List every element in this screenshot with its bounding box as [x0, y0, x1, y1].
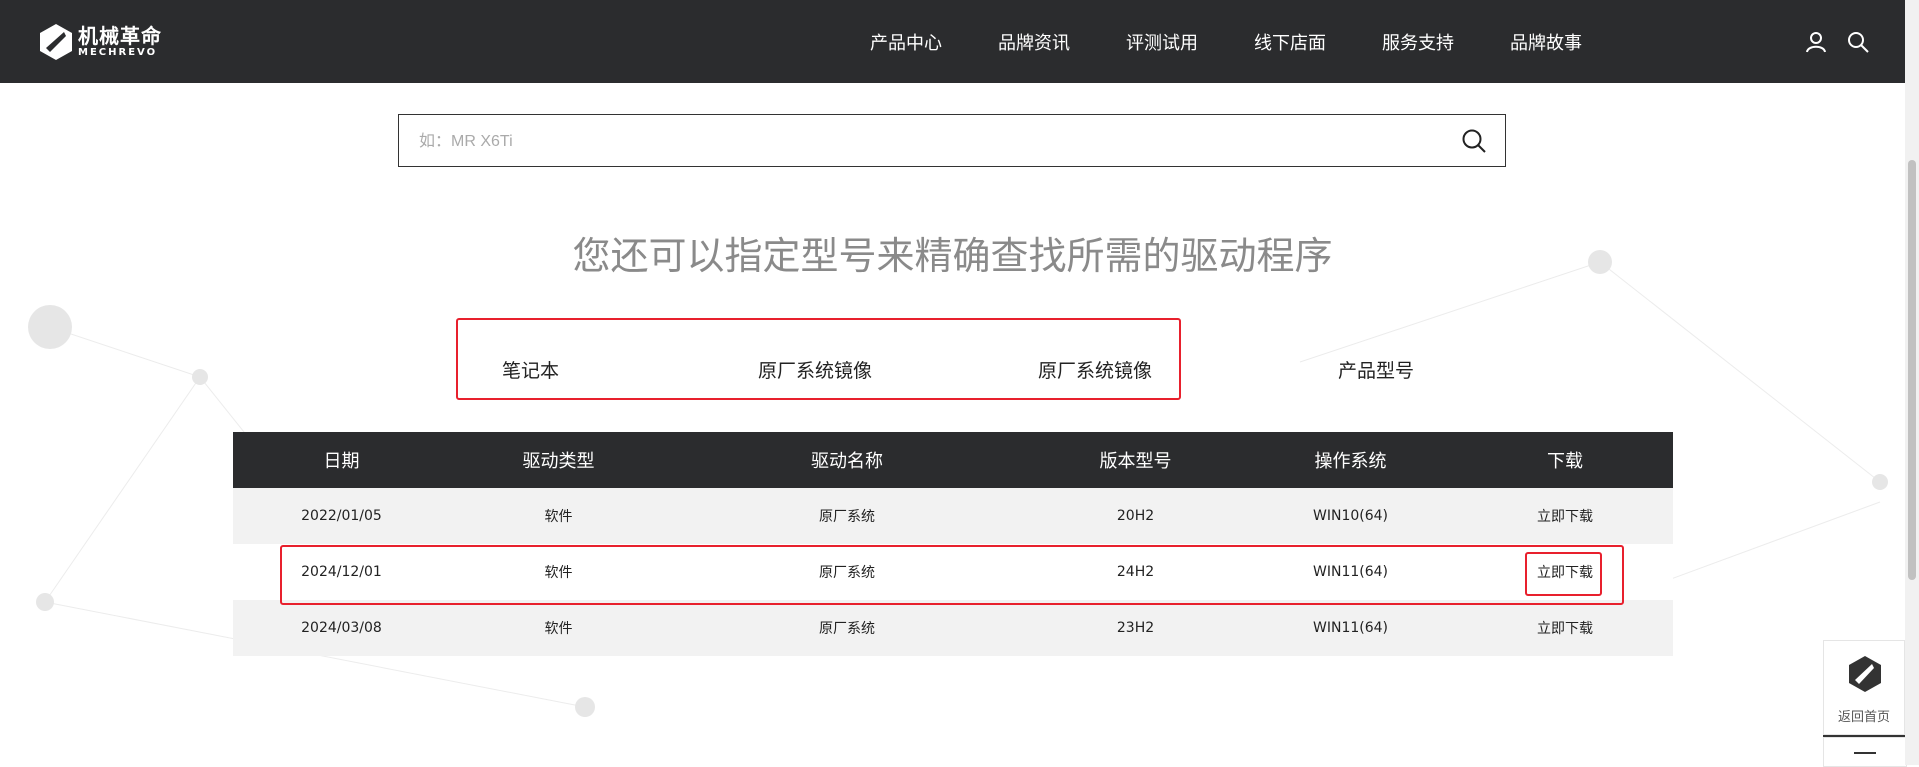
- filter-factory-image-a[interactable]: 原厂系统镜像: [758, 356, 872, 383]
- cell-driver-type: 软件: [544, 565, 573, 581]
- page-headline: 您还可以指定型号来精确查找所需的驱动程序: [572, 234, 1333, 278]
- nav-item-brand-news[interactable]: 品牌资讯: [998, 29, 1070, 55]
- user-icon[interactable]: [1804, 30, 1828, 54]
- table-row: 2022/01/05 软件 原厂系统 20H2 WIN10(64) 立即下载: [233, 488, 1673, 544]
- nav-item-reviews[interactable]: 评测试用: [1126, 29, 1198, 55]
- cell-driver-name: 原厂系统: [819, 621, 875, 637]
- driver-table: 日期 驱动类型 驱动名称 版本型号 操作系统 下载 2022/01/05 软件 …: [233, 432, 1673, 656]
- cell-driver-type: 软件: [544, 621, 573, 637]
- back-to-home-label: 返回首页: [1837, 710, 1890, 725]
- logo-en-text: MECHREVO: [78, 47, 158, 58]
- search-submit-icon[interactable]: [1461, 128, 1487, 154]
- download-button[interactable]: 立即下载: [1457, 544, 1673, 600]
- nav-item-products[interactable]: 产品中心: [870, 29, 942, 55]
- cell-driver-type: 软件: [544, 509, 573, 525]
- col-version: 版本型号: [1099, 451, 1172, 472]
- cell-os: WIN10(64): [1313, 508, 1388, 524]
- col-driver-name: 驱动名称: [811, 451, 883, 472]
- model-search-box: [398, 114, 1506, 167]
- minus-icon: [1854, 752, 1876, 754]
- brand-logo[interactable]: 机械革命 MECHREVO: [38, 22, 162, 62]
- cell-driver-name: 原厂系统: [819, 565, 875, 581]
- background-decoration: [28, 250, 1888, 717]
- cell-version: 24H2: [1116, 564, 1155, 580]
- nav-item-offline-stores[interactable]: 线下店面: [1254, 29, 1326, 55]
- table-row: 2024/12/01 软件 原厂系统 24H2 WIN11(64) 立即下载: [233, 544, 1673, 600]
- back-to-home-button[interactable]: 返回首页: [1823, 640, 1905, 735]
- col-driver-type: 驱动类型: [522, 451, 595, 472]
- cell-version: 20H2: [1116, 508, 1155, 524]
- cell-os: WIN11(64): [1313, 564, 1388, 580]
- search-icon[interactable]: [1846, 30, 1870, 54]
- download-button[interactable]: 立即下载: [1457, 600, 1673, 656]
- cell-date: 2024/12/01: [301, 564, 382, 580]
- nav-item-brand-story[interactable]: 品牌故事: [1510, 29, 1582, 55]
- col-date: 日期: [323, 451, 360, 472]
- cell-driver-name: 原厂系统: [819, 509, 875, 525]
- cell-os: WIN11(64): [1313, 620, 1388, 636]
- filter-factory-image-b[interactable]: 原厂系统镜像: [1038, 356, 1152, 383]
- col-download: 下载: [1547, 451, 1583, 472]
- logo-mark-icon: [40, 24, 72, 60]
- model-search-input[interactable]: [417, 127, 1421, 157]
- cell-date: 2024/03/08: [301, 620, 382, 636]
- download-button[interactable]: 立即下载: [1457, 488, 1673, 544]
- brand-hexagon-icon: [1849, 656, 1881, 692]
- filter-product-model[interactable]: 产品型号: [1338, 356, 1414, 383]
- filter-notebook[interactable]: 笔记本: [502, 356, 559, 383]
- table-header: 日期 驱动类型 驱动名称 版本型号 操作系统 下载: [233, 432, 1673, 488]
- main-nav: 产品中心 品牌资讯 评测试用 线下店面 服务支持 品牌故事: [870, 0, 1638, 83]
- page-scrollbar[interactable]: [1905, 0, 1919, 765]
- cell-date: 2022/01/05: [301, 508, 382, 524]
- scrollbar-thumb[interactable]: [1908, 160, 1916, 580]
- col-os: 操作系统: [1314, 451, 1387, 472]
- top-navbar: 机械革命 MECHREVO 产品中心 品牌资讯 评测试用 线下店面 服务支持 品…: [0, 0, 1905, 83]
- secondary-float-button[interactable]: [1823, 737, 1907, 767]
- cell-version: 23H2: [1116, 620, 1155, 636]
- nav-item-service-support[interactable]: 服务支持: [1382, 29, 1454, 55]
- logo-cn-text: 机械革命: [78, 24, 162, 48]
- table-row: 2024/03/08 软件 原厂系统 23H2 WIN11(64) 立即下载: [233, 600, 1673, 656]
